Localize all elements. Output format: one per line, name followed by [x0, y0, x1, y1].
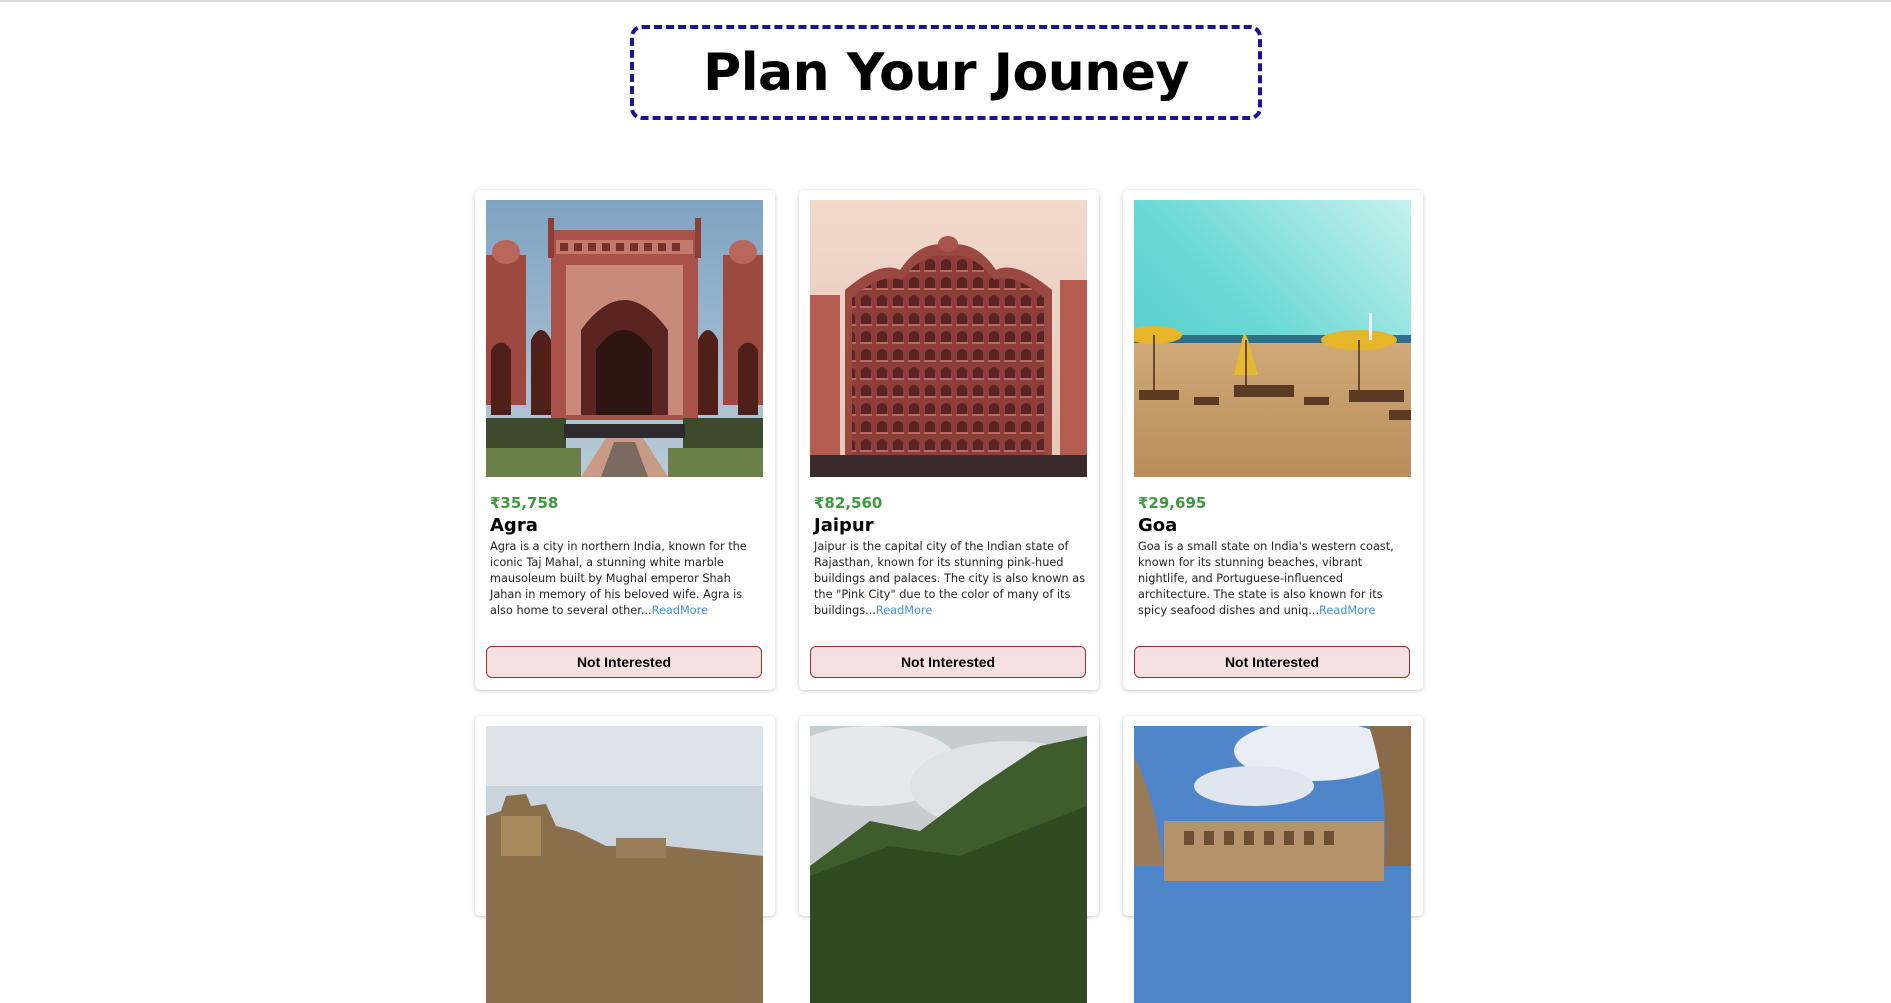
- price-label: ₹82,560: [814, 494, 883, 512]
- description-text: Agra is a city in northern India, known …: [490, 540, 747, 617]
- destination-card-goa: ₹29,695 Goa Goa is a small state on Indi…: [1123, 190, 1423, 690]
- description-text: Jaipur is the capital city of the Indian…: [814, 540, 1086, 617]
- misty-hills-photo: [810, 726, 1087, 1003]
- top-divider: [0, 0, 1891, 2]
- destination-card-jaipur: ₹82,560 Jaipur Jaipur is the capital cit…: [799, 190, 1099, 690]
- destination-description: Jaipur is the capital city of the Indian…: [814, 539, 1086, 619]
- destination-card: [799, 716, 1099, 1003]
- destination-card: [475, 716, 775, 1003]
- page-title: Plan Your Jouney: [703, 42, 1189, 103]
- destination-card-agra: ₹35,758 Agra Agra is a city in northern …: [475, 190, 775, 690]
- varanasi-ghats-photo: [486, 726, 763, 1003]
- read-more-link[interactable]: ReadMore: [1319, 604, 1375, 617]
- destination-card: [1123, 716, 1423, 1003]
- not-interested-button[interactable]: Not Interested: [1134, 646, 1410, 678]
- destination-name: Goa: [1138, 515, 1178, 536]
- agra-gateway-photo: [486, 200, 763, 477]
- goa-beach-photo: [1134, 200, 1411, 477]
- price-label: ₹29,695: [1138, 494, 1207, 512]
- read-more-link[interactable]: ReadMore: [876, 604, 932, 617]
- destination-description: Agra is a city in northern India, known …: [490, 539, 762, 619]
- destination-name: Agra: [490, 515, 538, 536]
- read-more-link[interactable]: ReadMore: [652, 604, 708, 617]
- price-label: ₹35,758: [490, 494, 559, 512]
- not-interested-button[interactable]: Not Interested: [810, 646, 1086, 678]
- hawa-mahal-photo: [810, 200, 1087, 477]
- destination-description: Goa is a small state on India's western …: [1138, 539, 1410, 619]
- page-title-box: Plan Your Jouney: [630, 25, 1262, 120]
- fort-courtyard-photo: [1134, 726, 1411, 1003]
- not-interested-button[interactable]: Not Interested: [486, 646, 762, 678]
- destination-name: Jaipur: [814, 515, 874, 536]
